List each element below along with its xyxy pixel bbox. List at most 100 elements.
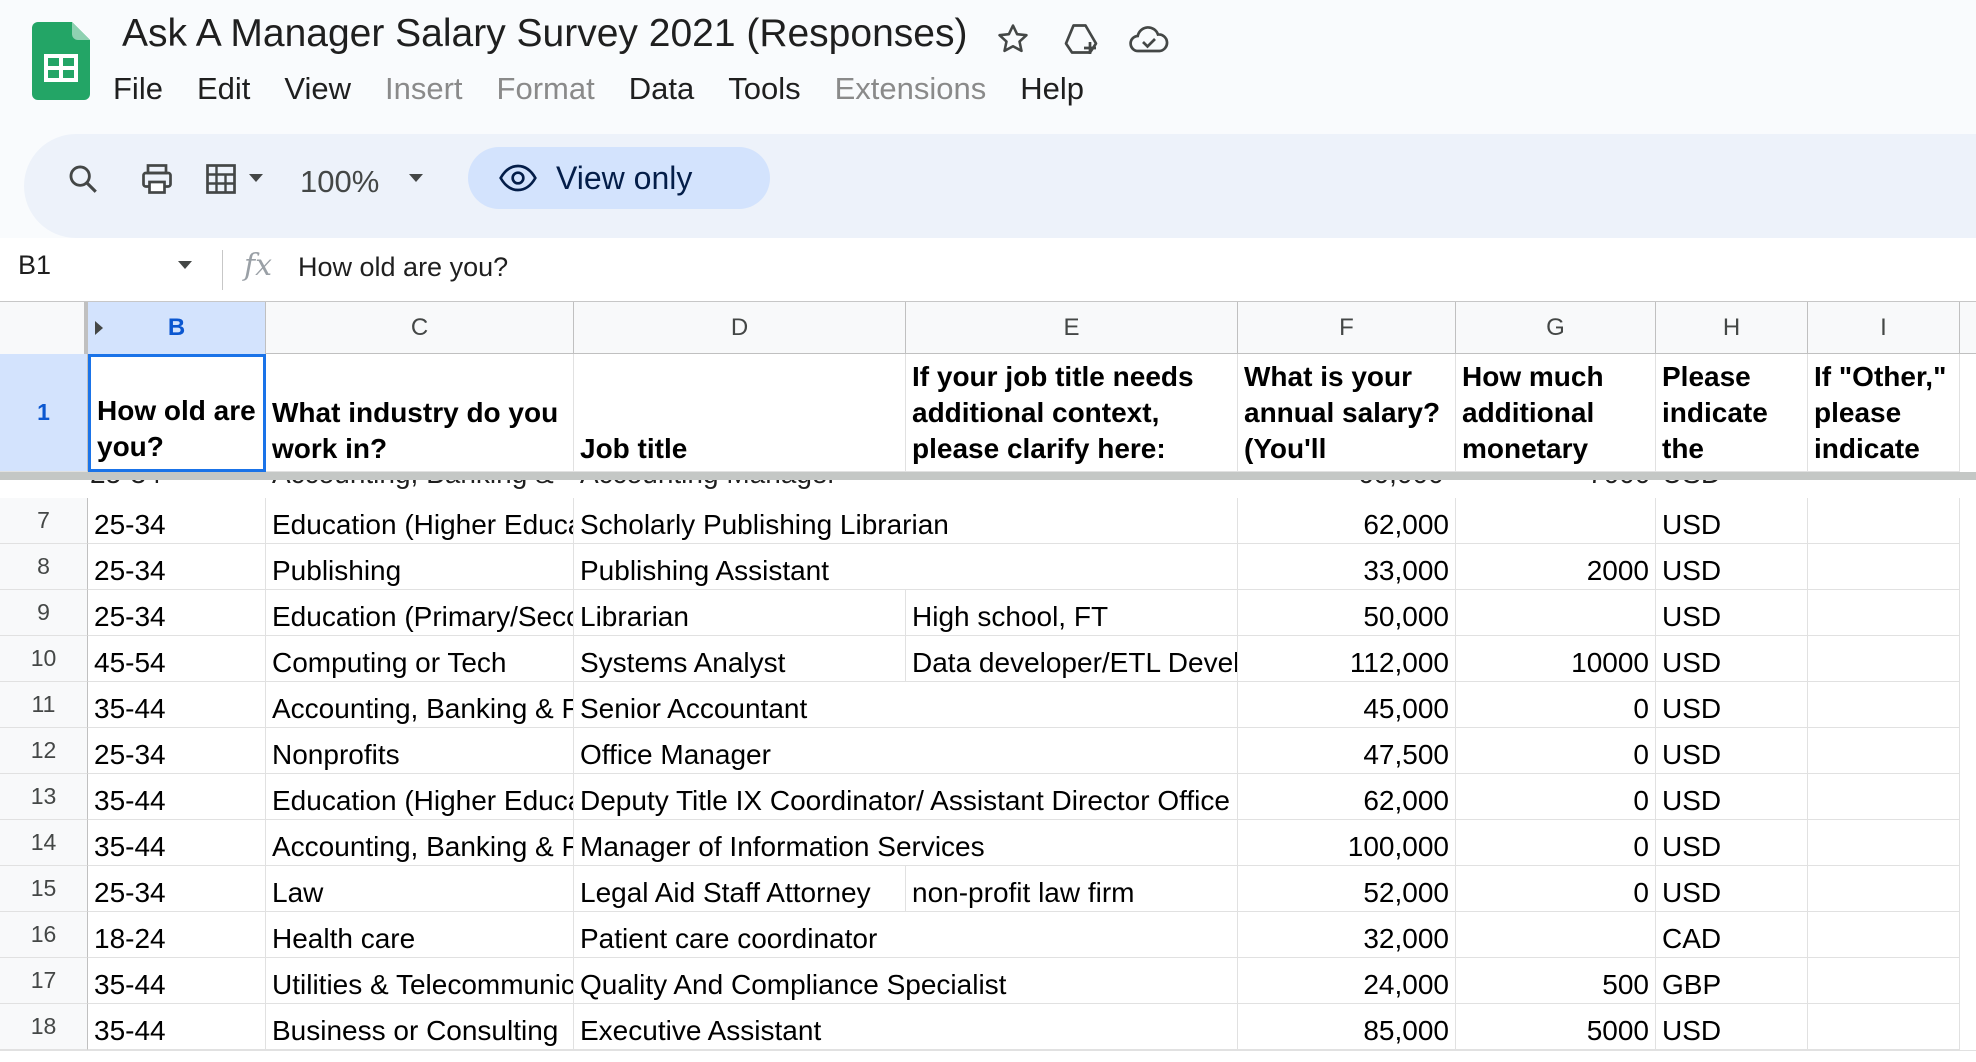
- cell-age[interactable]: 35-44: [88, 1004, 266, 1050]
- cell-industry[interactable]: Education (Higher Education): [266, 498, 574, 544]
- spreadsheet-view-icon[interactable]: [198, 156, 244, 202]
- row-header-13[interactable]: 13: [0, 774, 88, 820]
- menu-extensions[interactable]: Extensions: [826, 68, 996, 110]
- column-expand-icon[interactable]: [94, 320, 104, 336]
- row-header-11[interactable]: 11: [0, 682, 88, 728]
- cell-currency[interactable]: USD: [1656, 820, 1808, 866]
- menu-format[interactable]: Format: [488, 68, 604, 110]
- cell-additional-comp[interactable]: [1456, 590, 1656, 636]
- print-icon[interactable]: [134, 156, 180, 202]
- cell-age[interactable]: 25-34: [88, 866, 266, 912]
- zoom-dropdown-icon[interactable]: [404, 166, 428, 190]
- cell-salary[interactable]: 32,000: [1238, 912, 1456, 958]
- cell-salary[interactable]: 45,000: [1238, 682, 1456, 728]
- cloud-saved-icon[interactable]: [1126, 18, 1172, 60]
- cell-job-title[interactable]: Manager of Information Services: [574, 820, 1238, 866]
- row-header-17[interactable]: 17: [0, 958, 88, 1004]
- cell-context[interactable]: High school, FT: [906, 590, 1238, 636]
- cell-age[interactable]: 25-34: [88, 544, 266, 590]
- cell-industry[interactable]: Business or Consulting: [266, 1004, 574, 1050]
- cell-other-currency[interactable]: [1808, 1004, 1960, 1050]
- cell-additional-comp[interactable]: 0: [1456, 774, 1656, 820]
- header-cell-age[interactable]: How old are you?: [88, 354, 266, 472]
- spreadsheet-grid[interactable]: B C D E F G H I 1 How old are you? What …: [0, 302, 1976, 1062]
- header-cell-job-title[interactable]: Job title: [574, 354, 906, 472]
- search-icon[interactable]: [60, 156, 106, 202]
- cell-job-title[interactable]: Senior Accountant: [574, 682, 1238, 728]
- row-header-16[interactable]: 16: [0, 912, 88, 958]
- cell-job-title[interactable]: Deputy Title IX Coordinator/ Assistant D…: [574, 774, 1238, 820]
- row-header-7[interactable]: 7: [0, 498, 88, 544]
- cell-other-currency[interactable]: [1808, 544, 1960, 590]
- cell-other-currency[interactable]: [1808, 866, 1960, 912]
- cell-job-title[interactable]: Office Manager: [574, 728, 1238, 774]
- column-header-b[interactable]: B: [88, 302, 266, 354]
- cell-currency[interactable]: USD: [1656, 866, 1808, 912]
- row-header-12[interactable]: 12: [0, 728, 88, 774]
- cell-salary[interactable]: 85,000: [1238, 1004, 1456, 1050]
- cell-age[interactable]: 35-44: [88, 774, 266, 820]
- cell-job-title[interactable]: Systems Analyst: [574, 636, 906, 682]
- cell-other-currency[interactable]: [1808, 682, 1960, 728]
- cell-additional-comp[interactable]: 2000: [1456, 544, 1656, 590]
- cell-currency[interactable]: USD: [1656, 544, 1808, 590]
- document-title[interactable]: Ask A Manager Salary Survey 2021 (Respon…: [122, 12, 967, 56]
- cell-currency[interactable]: USD: [1656, 590, 1808, 636]
- move-to-drive-icon[interactable]: [1058, 18, 1104, 60]
- cell-salary[interactable]: 33,000: [1238, 544, 1456, 590]
- cell-currency[interactable]: USD: [1656, 498, 1808, 544]
- cell-salary[interactable]: 62,000: [1238, 774, 1456, 820]
- cell-currency[interactable]: CAD: [1656, 912, 1808, 958]
- cell-other-currency[interactable]: [1808, 774, 1960, 820]
- chevron-down-icon[interactable]: [244, 166, 268, 190]
- header-cell-additional-comp[interactable]: How much additional monetary: [1456, 354, 1656, 472]
- cell-age[interactable]: 25-34: [88, 728, 266, 774]
- menu-data[interactable]: Data: [620, 68, 703, 110]
- cell-additional-comp[interactable]: [1456, 912, 1656, 958]
- cell-job-title[interactable]: Librarian: [574, 590, 906, 636]
- column-header-f[interactable]: F: [1238, 302, 1456, 354]
- cell-industry[interactable]: Accounting, Banking & Finance: [266, 820, 574, 866]
- cell-industry[interactable]: Computing or Tech: [266, 636, 574, 682]
- cell-salary[interactable]: 62,000: [1238, 498, 1456, 544]
- menu-help[interactable]: Help: [1011, 68, 1093, 110]
- cell-job-title[interactable]: Executive Assistant: [574, 1004, 1238, 1050]
- cell-age[interactable]: 45-54: [88, 636, 266, 682]
- cell-industry[interactable]: Utilities & Telecommunications: [266, 958, 574, 1004]
- header-cell-industry[interactable]: What industry do you work in?: [266, 354, 574, 472]
- cell-currency[interactable]: USD: [1656, 682, 1808, 728]
- sheets-logo-icon[interactable]: [32, 22, 90, 100]
- header-cell-currency[interactable]: Please indicate the: [1656, 354, 1808, 472]
- cell-additional-comp[interactable]: 10000: [1456, 636, 1656, 682]
- cell-salary[interactable]: 112,000: [1238, 636, 1456, 682]
- cell-additional-comp[interactable]: 0: [1456, 866, 1656, 912]
- column-header-e[interactable]: E: [906, 302, 1238, 354]
- star-icon[interactable]: [990, 18, 1036, 60]
- menu-insert[interactable]: Insert: [376, 68, 472, 110]
- menu-tools[interactable]: Tools: [719, 68, 809, 110]
- header-cell-salary[interactable]: What is your annual salary? (You'll: [1238, 354, 1456, 472]
- row-header-10[interactable]: 10: [0, 636, 88, 682]
- zoom-level[interactable]: 100%: [300, 164, 379, 200]
- cell-currency[interactable]: USD: [1656, 1004, 1808, 1050]
- cell-age[interactable]: 25-34: [88, 590, 266, 636]
- cell-context[interactable]: Data developer/ETL Developer: [906, 636, 1238, 682]
- cell-currency[interactable]: GBP: [1656, 958, 1808, 1004]
- menu-edit[interactable]: Edit: [188, 68, 259, 110]
- cell-industry[interactable]: Accounting, Banking & Finance: [266, 682, 574, 728]
- cell-industry[interactable]: Education (Higher Education): [266, 774, 574, 820]
- cell-context[interactable]: non-profit law firm: [906, 866, 1238, 912]
- cell-additional-comp[interactable]: 0: [1456, 728, 1656, 774]
- cell-other-currency[interactable]: [1808, 636, 1960, 682]
- row-header-15[interactable]: 15: [0, 866, 88, 912]
- select-all-corner[interactable]: [0, 302, 88, 354]
- cell-other-currency[interactable]: [1808, 912, 1960, 958]
- cell-additional-comp[interactable]: 0: [1456, 820, 1656, 866]
- cell-additional-comp[interactable]: 5000: [1456, 1004, 1656, 1050]
- cell-industry[interactable]: Law: [266, 866, 574, 912]
- cell-salary[interactable]: 52,000: [1238, 866, 1456, 912]
- cell-industry[interactable]: Publishing: [266, 544, 574, 590]
- cell-currency[interactable]: USD: [1656, 774, 1808, 820]
- cell-age[interactable]: 18-24: [88, 912, 266, 958]
- row-header-9[interactable]: 9: [0, 590, 88, 636]
